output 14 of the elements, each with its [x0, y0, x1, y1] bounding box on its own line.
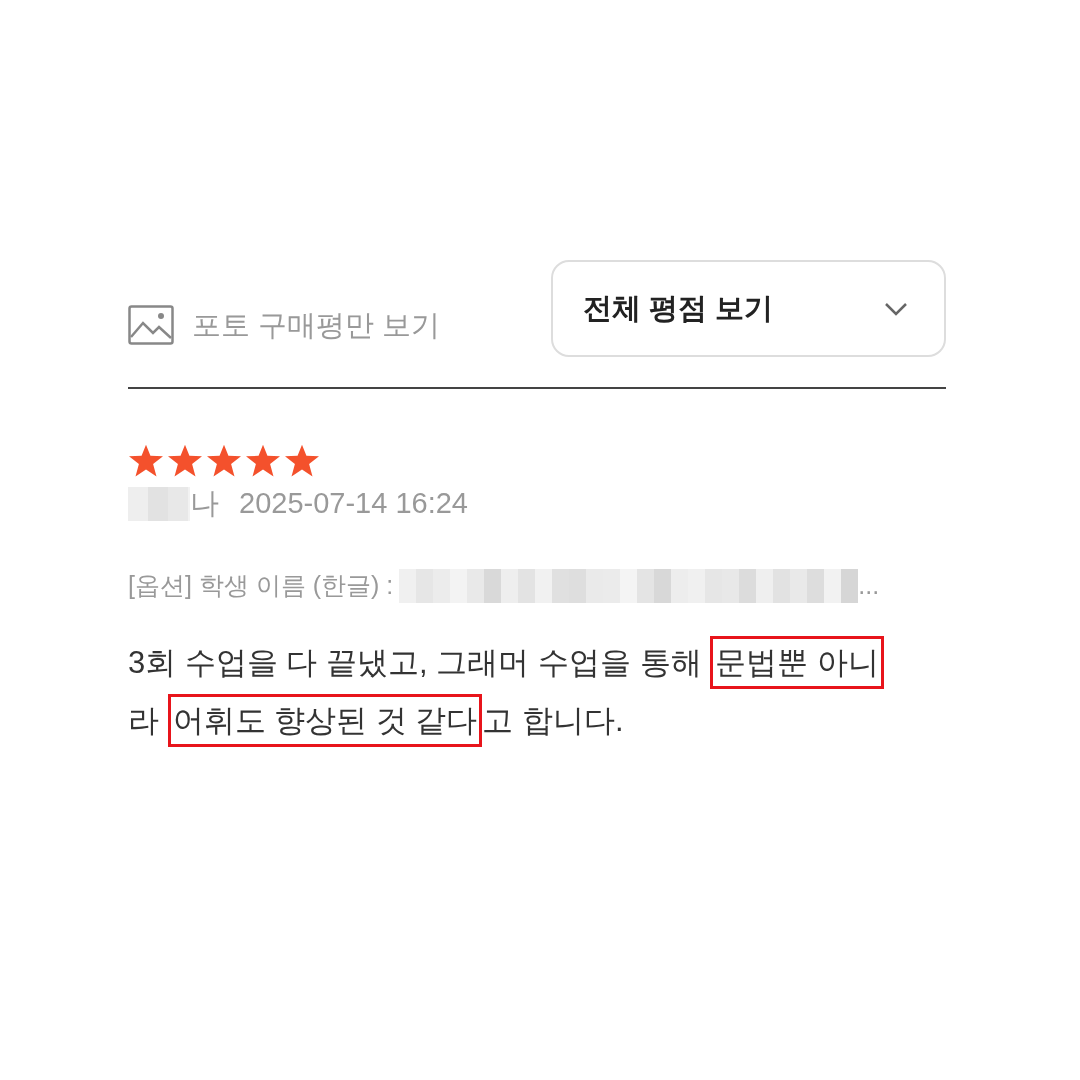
redaction-mask — [128, 487, 190, 521]
star-icon — [206, 444, 242, 478]
star-icon — [128, 444, 164, 478]
star-icon — [245, 444, 281, 478]
review-text: 3회 수업을 다 끝냈고, 그래머 수업을 통해 문법뿐 아니 라 어휘도 향상된 것 같다 고 합니다. — [128, 634, 946, 750]
review-date: 2025-07-14 16:24 — [239, 486, 468, 522]
option-label: [옵션] 학생 이름 (한글) : — [128, 570, 394, 602]
star-icon — [284, 444, 320, 478]
image-icon — [128, 305, 174, 346]
star-icon — [167, 444, 203, 478]
chevron-down-icon — [884, 301, 908, 316]
reviewer-name: 나 — [190, 486, 219, 522]
ellipsis-text: ... — [858, 570, 880, 602]
rating-dropdown[interactable]: 전체 평점 보기 — [551, 260, 946, 357]
